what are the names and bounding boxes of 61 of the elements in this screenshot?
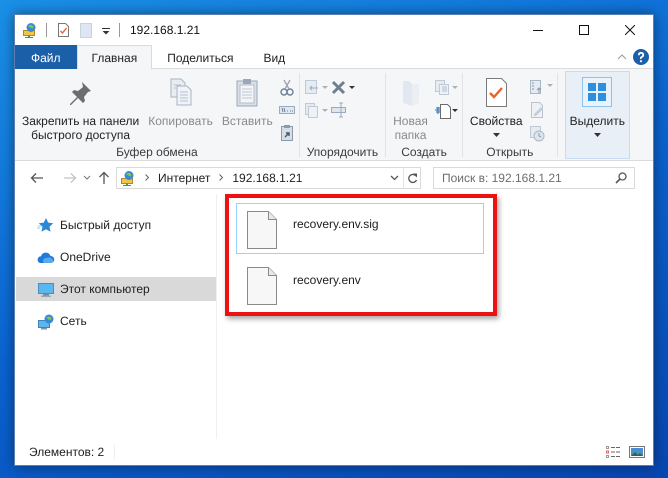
- scissors-icon: [278, 78, 296, 96]
- file-item[interactable]: recovery.env: [236, 259, 484, 310]
- select-button[interactable]: Выделить: [564, 71, 630, 159]
- collapse-ribbon-icon[interactable]: [617, 52, 627, 60]
- rename-icon: [330, 101, 348, 119]
- caret-icon: [594, 133, 601, 137]
- nav-item[interactable]: Этот компьютер: [16, 277, 216, 301]
- address-bar[interactable]: Интернет 192.168.1.21: [116, 166, 421, 188]
- refresh-button[interactable]: [403, 168, 420, 188]
- forward-arrow-icon: [63, 172, 77, 184]
- breadcrumb-chevron-icon: [145, 174, 149, 181]
- ribbon-tab[interactable]: Главная: [76, 45, 152, 69]
- nav-item[interactable]: Сеть: [16, 309, 216, 333]
- history-icon: [528, 124, 546, 142]
- search-icon: [615, 172, 627, 184]
- copy-to-icon: [302, 101, 329, 119]
- breadcrumb-item[interactable]: Интернет: [158, 170, 210, 184]
- refresh-icon: [406, 172, 418, 184]
- caret-icon: [492, 133, 500, 137]
- nav-item[interactable]: OneDrive: [16, 245, 216, 269]
- network-computer-icon[interactable]: [22, 22, 38, 38]
- nav-item[interactable]: Быстрый доступ: [16, 213, 216, 237]
- large-icons-view-button[interactable]: [629, 445, 645, 459]
- document-icon: [432, 101, 459, 119]
- file-menu-tab[interactable]: Файл: [15, 45, 77, 69]
- file-item[interactable]: recovery.env.sig: [236, 203, 484, 254]
- ribbon-group-label: Открыть: [485, 145, 534, 159]
- network-computer-icon: [120, 170, 136, 186]
- status-text: Элементов: 2: [29, 445, 116, 459]
- ribbon-group-label: Создать: [400, 145, 448, 159]
- file-icon: [246, 210, 278, 250]
- breadcrumb-chevron-icon: [219, 174, 224, 181]
- star-icon: [37, 216, 55, 234]
- details-view-icon: [605, 445, 621, 459]
- move-to-icon: [302, 78, 329, 96]
- ribbon-tab[interactable]: Вид: [248, 45, 300, 69]
- delete-icon: [330, 78, 356, 96]
- large-icons-view-icon: [629, 445, 645, 459]
- up-arrow-icon: [98, 170, 110, 184]
- open-icon: [528, 78, 554, 96]
- breadcrumb-item[interactable]: 192.168.1.21: [232, 170, 302, 184]
- back-arrow-icon: [30, 172, 44, 184]
- chevron-down-icon: [83, 175, 91, 180]
- new-item-icon: [432, 78, 459, 96]
- maximize-icon: [579, 25, 589, 35]
- help-icon[interactable]: [633, 48, 649, 64]
- checked-document-icon[interactable]: [55, 22, 71, 38]
- details-view-button[interactable]: [605, 445, 621, 459]
- chevron-down-icon: [390, 174, 399, 180]
- properties-button[interactable]: Свойства: [466, 71, 527, 145]
- grid-icon: [581, 76, 614, 108]
- pin-button[interactable]: Закрепить на панели быстрого доступа: [18, 71, 144, 145]
- ribbon-group-label: Упорядочить: [306, 145, 380, 159]
- network-icon: [37, 312, 55, 330]
- window-title: 192.168.1.21: [130, 23, 200, 37]
- ribbon-group-label: Буфер обмена: [115, 145, 199, 159]
- ribbon-tab[interactable]: Поделиться: [152, 45, 248, 69]
- close-icon: [625, 25, 635, 35]
- file-icon: [246, 266, 278, 306]
- monitor-icon: [37, 280, 55, 298]
- search-field[interactable]: Поиск в: 192.168.1.21: [433, 166, 635, 188]
